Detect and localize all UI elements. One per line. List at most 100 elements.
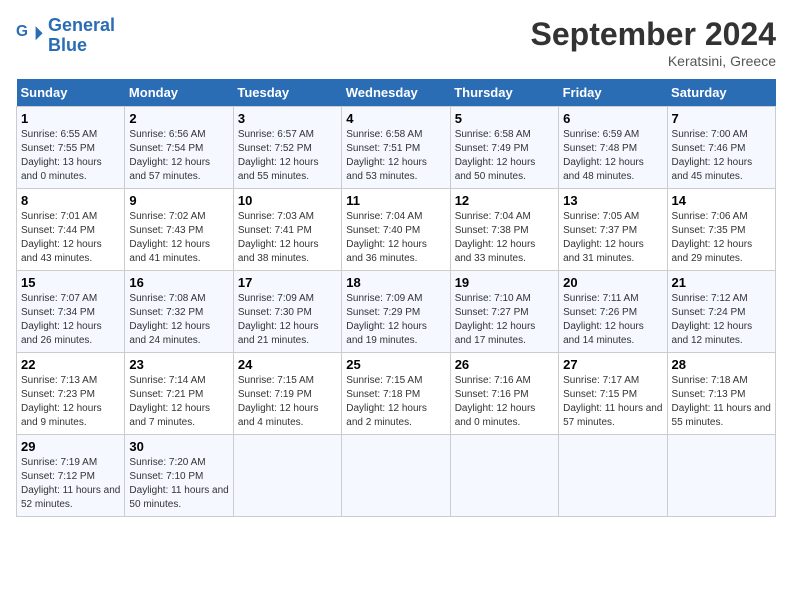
calendar-cell: 28Sunrise: 7:18 AM Sunset: 7:13 PM Dayli… — [667, 353, 775, 435]
day-number: 19 — [455, 275, 554, 290]
calendar-cell — [667, 435, 775, 517]
day-number: 16 — [129, 275, 228, 290]
day-info: Sunrise: 7:16 AM Sunset: 7:16 PM Dayligh… — [455, 374, 554, 430]
day-info: Sunrise: 7:15 AM Sunset: 7:18 PM Dayligh… — [346, 374, 445, 430]
day-info: Sunrise: 7:17 AM Sunset: 7:15 PM Dayligh… — [563, 374, 662, 430]
svg-text:G: G — [16, 23, 28, 40]
calendar-cell: 16Sunrise: 7:08 AM Sunset: 7:32 PM Dayli… — [125, 271, 233, 353]
calendar-row-5: 29 Sunrise: 7:19 AM Sunset: 7:12 PM Dayli… — [17, 435, 776, 517]
day-info: Sunrise: 6:59 AM Sunset: 7:48 PM Dayligh… — [563, 128, 662, 184]
day-number: 22 — [21, 357, 120, 372]
calendar-cell: 18 Sunrise: 7:09 AM Sunset: 7:29 PM Dayli… — [342, 271, 450, 353]
calendar-cell: 5 Sunrise: 6:58 AM Sunset: 7:49 PM Daylig… — [450, 107, 558, 189]
calendar-cell: 13Sunrise: 7:05 AM Sunset: 7:37 PM Dayli… — [559, 189, 667, 271]
day-info: Sunrise: 7:02 AM Sunset: 7:43 PM Dayligh… — [129, 210, 228, 266]
day-number: 1 — [21, 111, 120, 126]
calendar-row-2: 8 Sunrise: 7:01 AM Sunset: 7:44 PM Daylig… — [17, 189, 776, 271]
calendar-cell: 12Sunrise: 7:04 AM Sunset: 7:38 PM Dayli… — [450, 189, 558, 271]
calendar-cell — [450, 435, 558, 517]
day-header-friday: Friday — [559, 79, 667, 107]
calendar-cell: 9 Sunrise: 7:02 AM Sunset: 7:43 PM Daylig… — [125, 189, 233, 271]
calendar-cell: 25Sunrise: 7:15 AM Sunset: 7:18 PM Dayli… — [342, 353, 450, 435]
day-info: Sunrise: 7:04 AM Sunset: 7:40 PM Dayligh… — [346, 210, 445, 266]
title-block: September 2024 Keratsini, Greece — [531, 16, 776, 69]
calendar-row-4: 22 Sunrise: 7:13 AM Sunset: 7:23 PM Dayli… — [17, 353, 776, 435]
calendar-table: SundayMondayTuesdayWednesdayThursdayFrid… — [16, 79, 776, 517]
day-header-tuesday: Tuesday — [233, 79, 341, 107]
day-number: 21 — [672, 275, 771, 290]
day-header-saturday: Saturday — [667, 79, 775, 107]
day-info: Sunrise: 6:57 AM Sunset: 7:52 PM Dayligh… — [238, 128, 337, 184]
day-number: 29 — [21, 439, 120, 454]
day-info: Sunrise: 7:09 AM Sunset: 7:29 PM Dayligh… — [346, 292, 445, 348]
logo-text: General Blue — [48, 16, 115, 56]
month-title: September 2024 — [531, 16, 776, 53]
day-number: 3 — [238, 111, 337, 126]
calendar-cell: 1Sunrise: 6:55 AM Sunset: 7:55 PM Daylig… — [17, 107, 125, 189]
day-number: 14 — [672, 193, 771, 208]
day-number: 24 — [238, 357, 337, 372]
logo-line2: Blue — [48, 35, 87, 55]
calendar-cell: 6 Sunrise: 6:59 AM Sunset: 7:48 PM Daylig… — [559, 107, 667, 189]
calendar-cell: 17 Sunrise: 7:09 AM Sunset: 7:30 PM Dayli… — [233, 271, 341, 353]
day-info: Sunrise: 7:18 AM Sunset: 7:13 PM Dayligh… — [672, 374, 771, 430]
day-number: 12 — [455, 193, 554, 208]
calendar-cell: 27Sunrise: 7:17 AM Sunset: 7:15 PM Dayli… — [559, 353, 667, 435]
day-info: Sunrise: 7:06 AM Sunset: 7:35 PM Dayligh… — [672, 210, 771, 266]
calendar-cell: 19 Sunrise: 7:10 AM Sunset: 7:27 PM Dayli… — [450, 271, 558, 353]
calendar-cell: 30Sunrise: 7:20 AM Sunset: 7:10 PM Dayli… — [125, 435, 233, 517]
day-number: 18 — [346, 275, 445, 290]
calendar-cell: 7Sunrise: 7:00 AM Sunset: 7:46 PM Daylig… — [667, 107, 775, 189]
calendar-cell: 3 Sunrise: 6:57 AM Sunset: 7:52 PM Daylig… — [233, 107, 341, 189]
calendar-cell: 11 Sunrise: 7:04 AM Sunset: 7:40 PM Dayli… — [342, 189, 450, 271]
calendar-header: SundayMondayTuesdayWednesdayThursdayFrid… — [17, 79, 776, 107]
calendar-cell — [233, 435, 341, 517]
day-header-wednesday: Wednesday — [342, 79, 450, 107]
day-info: Sunrise: 7:15 AM Sunset: 7:19 PM Dayligh… — [238, 374, 337, 430]
day-number: 11 — [346, 193, 445, 208]
calendar-cell: 15 Sunrise: 7:07 AM Sunset: 7:34 PM Dayli… — [17, 271, 125, 353]
day-info: Sunrise: 6:58 AM Sunset: 7:49 PM Dayligh… — [455, 128, 554, 184]
day-info: Sunrise: 7:14 AM Sunset: 7:21 PM Dayligh… — [129, 374, 228, 430]
calendar-cell: 2 Sunrise: 6:56 AM Sunset: 7:54 PM Daylig… — [125, 107, 233, 189]
calendar-cell: 20 Sunrise: 7:11 AM Sunset: 7:26 PM Dayli… — [559, 271, 667, 353]
calendar-cell — [342, 435, 450, 517]
day-number: 30 — [129, 439, 228, 454]
logo-icon: G — [16, 22, 44, 50]
calendar-cell: 23 Sunrise: 7:14 AM Sunset: 7:21 PM Dayli… — [125, 353, 233, 435]
day-number: 15 — [21, 275, 120, 290]
day-number: 5 — [455, 111, 554, 126]
calendar-row-3: 15 Sunrise: 7:07 AM Sunset: 7:34 PM Dayli… — [17, 271, 776, 353]
day-info: Sunrise: 7:07 AM Sunset: 7:34 PM Dayligh… — [21, 292, 120, 348]
day-info: Sunrise: 6:56 AM Sunset: 7:54 PM Dayligh… — [129, 128, 228, 184]
calendar-cell: 8 Sunrise: 7:01 AM Sunset: 7:44 PM Daylig… — [17, 189, 125, 271]
day-number: 23 — [129, 357, 228, 372]
day-header-thursday: Thursday — [450, 79, 558, 107]
day-info: Sunrise: 7:19 AM Sunset: 7:12 PM Dayligh… — [21, 456, 120, 512]
day-info: Sunrise: 7:13 AM Sunset: 7:23 PM Dayligh… — [21, 374, 120, 430]
day-info: Sunrise: 7:05 AM Sunset: 7:37 PM Dayligh… — [563, 210, 662, 266]
day-header-monday: Monday — [125, 79, 233, 107]
day-number: 20 — [563, 275, 662, 290]
calendar-cell: 26 Sunrise: 7:16 AM Sunset: 7:16 PM Dayli… — [450, 353, 558, 435]
day-number: 26 — [455, 357, 554, 372]
calendar-cell: 24 Sunrise: 7:15 AM Sunset: 7:19 PM Dayli… — [233, 353, 341, 435]
page-header: G General Blue September 2024 Keratsini,… — [16, 16, 776, 69]
day-number: 4 — [346, 111, 445, 126]
calendar-cell — [559, 435, 667, 517]
day-number: 9 — [129, 193, 228, 208]
day-number: 6 — [563, 111, 662, 126]
day-info: Sunrise: 7:12 AM Sunset: 7:24 PM Dayligh… — [672, 292, 771, 348]
calendar-cell: 21 Sunrise: 7:12 AM Sunset: 7:24 PM Dayli… — [667, 271, 775, 353]
day-number: 8 — [21, 193, 120, 208]
day-number: 17 — [238, 275, 337, 290]
day-number: 2 — [129, 111, 228, 126]
calendar-cell: 10Sunrise: 7:03 AM Sunset: 7:41 PM Dayli… — [233, 189, 341, 271]
day-info: Sunrise: 7:10 AM Sunset: 7:27 PM Dayligh… — [455, 292, 554, 348]
day-info: Sunrise: 6:58 AM Sunset: 7:51 PM Dayligh… — [346, 128, 445, 184]
day-info: Sunrise: 7:11 AM Sunset: 7:26 PM Dayligh… — [563, 292, 662, 348]
day-info: Sunrise: 7:00 AM Sunset: 7:46 PM Dayligh… — [672, 128, 771, 184]
day-info: Sunrise: 7:09 AM Sunset: 7:30 PM Dayligh… — [238, 292, 337, 348]
logo-line1: General — [48, 15, 115, 35]
day-info: Sunrise: 7:01 AM Sunset: 7:44 PM Dayligh… — [21, 210, 120, 266]
